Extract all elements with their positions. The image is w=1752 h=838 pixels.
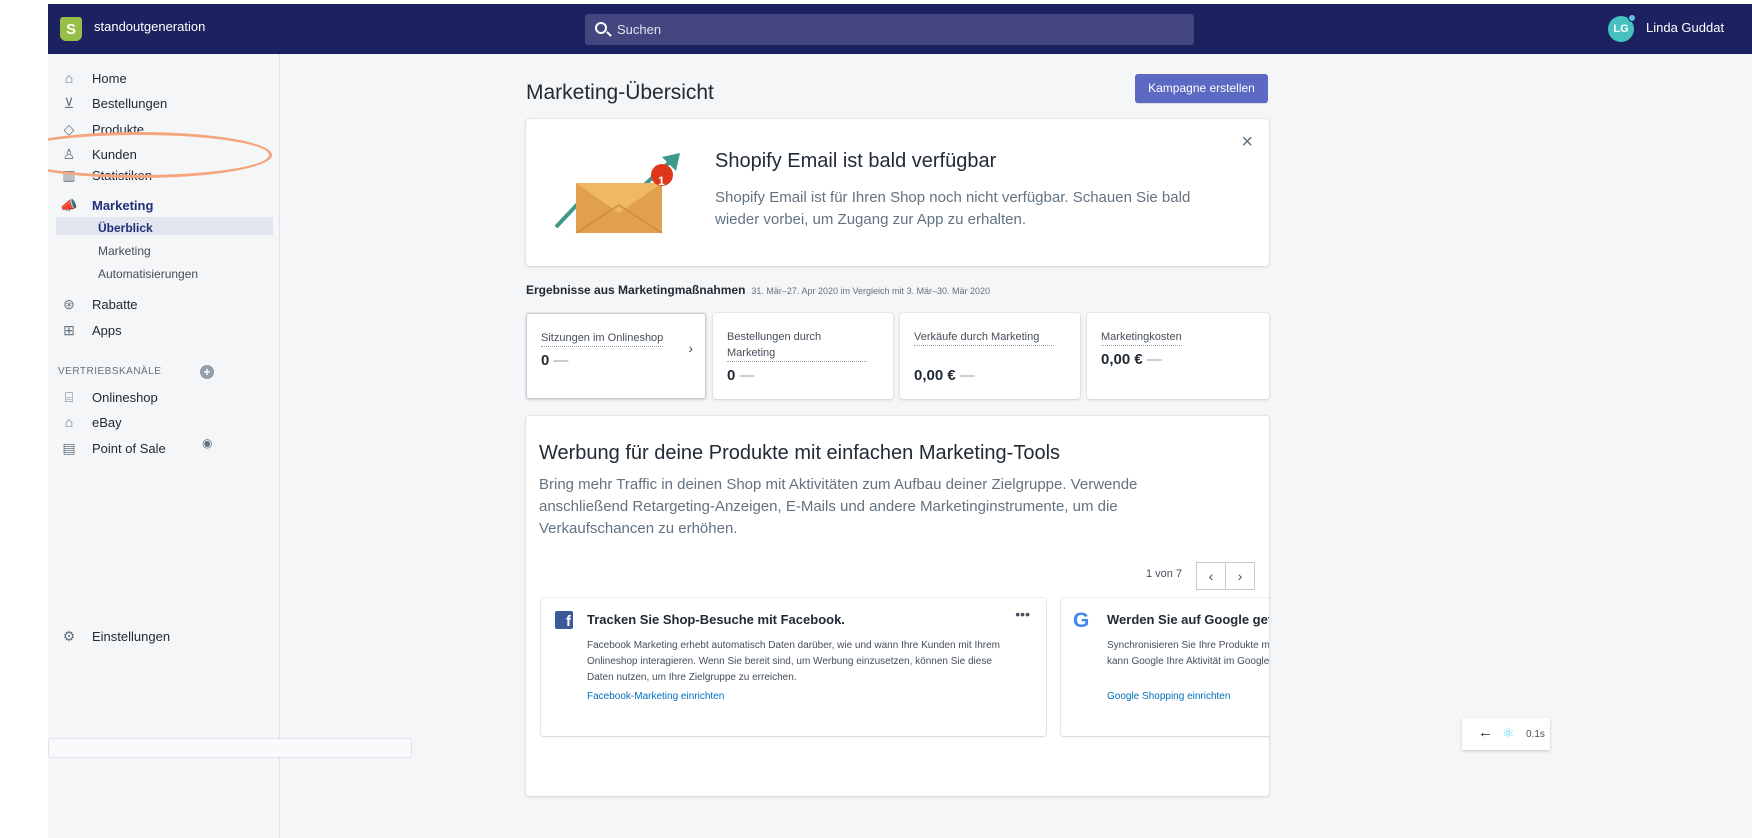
sidebar-item-settings[interactable]: ⚙ Einstellungen: [56, 623, 273, 649]
tool-title: Werden Sie auf Google gefunden: [1107, 612, 1269, 627]
store-icon: ⌸: [64, 388, 74, 405]
back-arrow-icon[interactable]: ←: [1478, 724, 1493, 741]
shopify-logo-icon[interactable]: S: [60, 17, 82, 41]
results-heading: Ergebnisse aus Marketingmaßnahmen 31. Mär…: [526, 283, 990, 297]
metric-label: Verkäufe durch Marketing: [914, 329, 1054, 346]
sidebar-sub-automations[interactable]: Automatisierungen: [56, 262, 273, 285]
bag-icon: ⌂: [64, 414, 74, 430]
metric-value: 0—: [541, 352, 569, 369]
sidebar-item-discounts[interactable]: ⊛ Rabatte: [56, 291, 273, 317]
sidebar-sub-label: Automatisierungen: [98, 266, 199, 281]
orders-icon: ⊻: [63, 94, 75, 111]
sidebar-item-label: Rabatte: [92, 296, 138, 312]
search-placeholder: Suchen: [617, 22, 662, 37]
banner-title: Shopify Email ist bald verfügbar: [715, 150, 997, 172]
notification-dot: [1628, 14, 1636, 22]
tool-title: Tracken Sie Shop-Besuche mit Facebook.: [587, 612, 845, 627]
metric-card-orders[interactable]: Bestellungen durch Marketing 0—: [713, 313, 893, 399]
browser-status-bar: [48, 738, 412, 758]
sidebar-item-orders[interactable]: ⊻ Bestellungen: [56, 90, 273, 116]
sidebar-item-onlineshop[interactable]: ⌸ Onlineshop: [56, 384, 273, 410]
apps-icon: ⊞: [63, 321, 75, 338]
pos-icon: ▤: [62, 439, 76, 456]
sidebar-sub-overview[interactable]: Überblick: [56, 217, 273, 235]
sidebar-item-label: Marketing: [92, 197, 154, 213]
render-time: 0.1s: [1526, 729, 1545, 740]
chevron-right-icon: ›: [688, 340, 693, 356]
metric-card-costs[interactable]: Marketingkosten 0,00 € —: [1087, 313, 1269, 399]
sidebar-item-home[interactable]: ⌂ Home: [56, 65, 273, 91]
banner-text: Shopify Email ist für Ihren Shop noch ni…: [715, 189, 1191, 228]
metric-value: 0—: [727, 367, 755, 384]
sidebar-item-label: eBay: [92, 414, 122, 430]
sidebar-sub-label: Überblick: [98, 221, 153, 235]
facebook-icon: f: [555, 611, 573, 629]
metric-label: Marketingkosten: [1101, 329, 1182, 346]
results-title: Ergebnisse aus Marketingmaßnahmen: [526, 283, 746, 297]
sidebar-item-ebay[interactable]: ⌂ eBay: [56, 409, 273, 435]
user-name[interactable]: Linda Guddat: [1646, 20, 1724, 35]
metric-card-sessions[interactable]: Sitzungen im Onlineshop 0— ›: [526, 313, 706, 399]
metric-value: 0,00 € —: [1101, 351, 1162, 368]
tool-description: Facebook Marketing erhebt automatisch Da…: [587, 640, 1001, 683]
sidebar-sub-marketing[interactable]: Marketing: [56, 239, 273, 262]
page-title: Marketing-Übersicht: [526, 81, 714, 104]
sidebar-item-marketing[interactable]: 📣 Marketing: [56, 192, 273, 218]
store-name[interactable]: standoutgeneration: [94, 19, 205, 34]
more-actions-icon[interactable]: •••: [1015, 606, 1030, 622]
sidebar-item-pos[interactable]: ▤ Point of Sale: [56, 435, 273, 461]
sidebar-sub-label: Marketing: [98, 243, 151, 258]
avatar[interactable]: LG: [1608, 14, 1636, 42]
close-icon[interactable]: ×: [1241, 131, 1253, 154]
outer-margin: [0, 0, 48, 838]
sales-channels-heading: VERTRIEBSKANÄLE: [58, 366, 162, 377]
promo-title: Werbung für deine Produkte mit einfachen…: [539, 442, 1061, 464]
email-growth-illustration: [554, 153, 680, 234]
shopify-email-banner: 1 × Shopify Email ist bald verfügbar Sho…: [526, 119, 1269, 266]
sidebar-item-label: Home: [92, 70, 127, 86]
gear-icon: ⚙: [62, 627, 76, 644]
google-shopping-link[interactable]: Google Shopping einrichten: [1107, 691, 1230, 702]
sidebar-item-label: Bestellungen: [92, 95, 168, 111]
metric-value: 0,00 € —: [914, 367, 975, 384]
google-icon: G: [1073, 609, 1090, 632]
performance-widget[interactable]: ← ⚛ 0.1s: [1462, 718, 1550, 750]
facebook-tool-card: f Tracken Sie Shop-Besuche mit Facebook.…: [541, 598, 1046, 736]
shopify-admin-window: S standoutgeneration Suchen LG Linda Gud…: [48, 4, 1752, 838]
sidebar-item-label: Onlineshop: [92, 389, 158, 405]
facebook-marketing-link[interactable]: Facebook-Marketing einrichten: [587, 691, 724, 702]
sidebar-item-label: Point of Sale: [92, 440, 166, 456]
pagination-label: 1 von 7: [1146, 568, 1183, 580]
megaphone-icon: 📣: [60, 196, 78, 213]
create-campaign-button[interactable]: Kampagne erstellen: [1135, 74, 1268, 103]
discount-icon: ⊛: [63, 295, 75, 312]
results-daterange: 31. Mär–27. Apr 2020 im Vergleich mit 3.…: [751, 286, 991, 296]
search-icon: [595, 22, 607, 34]
home-icon: ⌂: [64, 70, 74, 86]
notification-badge: 1: [658, 174, 665, 188]
react-icon: ⚛: [1502, 725, 1515, 741]
sidebar-item-label: Apps: [92, 322, 122, 338]
prev-page-button[interactable]: ‹: [1196, 562, 1226, 590]
sidebar-item-label: Einstellungen: [92, 628, 171, 644]
metric-card-sales[interactable]: Verkäufe durch Marketing 0,00 € —: [900, 313, 1080, 399]
top-bar: S standoutgeneration Suchen LG Linda Gud…: [48, 4, 1752, 54]
google-tool-card: G Werden Sie auf Google gefunden Synchro…: [1061, 598, 1269, 736]
tool-description: Synchronisieren Sie Ihre Produkte mit Go…: [1107, 640, 1269, 667]
metric-label: Sitzungen im Onlineshop: [541, 330, 664, 347]
sidebar-item-apps[interactable]: ⊞ Apps: [56, 317, 273, 343]
avatar-initials: LG: [1613, 23, 1629, 35]
metric-label: Bestellungen durch Marketing: [727, 329, 867, 362]
promo-text: Bring mehr Traffic in deinen Shop mit Ak…: [539, 476, 1138, 537]
marketing-tools-card: Werbung für deine Produkte mit einfachen…: [526, 416, 1269, 796]
next-page-button[interactable]: ›: [1225, 562, 1255, 590]
add-channel-button[interactable]: +: [200, 365, 214, 379]
search-input[interactable]: Suchen: [585, 14, 1194, 45]
